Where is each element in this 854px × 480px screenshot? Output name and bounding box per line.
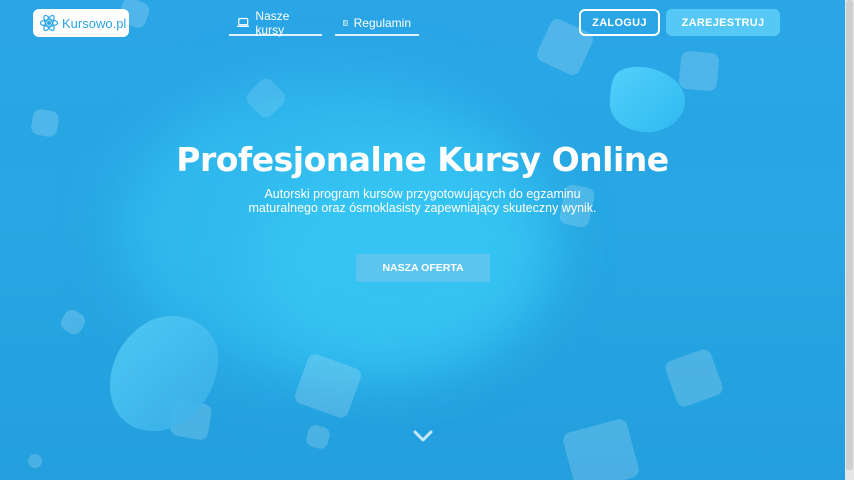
scrollbar[interactable] (845, 0, 854, 480)
nav-item-label: Nasze kursy (255, 8, 290, 37)
decorative-square (561, 417, 641, 480)
page-title: Profesjonalne Kursy Online (176, 140, 669, 179)
hero-subtitle-line: maturalnego oraz ósmoklasisty zapewniają… (248, 201, 597, 215)
login-button[interactable]: ZALOGUJ (579, 9, 660, 36)
scrollbar-thumb[interactable] (846, 0, 853, 470)
nav-item-courses[interactable]: Nasze kursy (229, 9, 322, 37)
decorative-square (304, 423, 332, 451)
register-button[interactable]: ZAREJESTRUJ (666, 9, 780, 36)
document-icon (343, 19, 348, 26)
decorative-square (57, 306, 89, 338)
laptop-icon (237, 17, 250, 28)
decorative-blob (609, 66, 685, 133)
atom-icon (39, 14, 59, 32)
logo[interactable]: Kursowo.pl (33, 9, 129, 37)
decorative-square (29, 107, 61, 139)
decorative-square (25, 451, 45, 471)
chevron-down-icon[interactable] (413, 430, 433, 442)
hero-page: Kursowo.pl Nasze kursy Regulamin ZALOGUJ… (0, 0, 854, 480)
decorative-square (663, 347, 725, 409)
nav-item-terms[interactable]: Regulamin (335, 14, 419, 36)
hero-subtitle-line: Autorski program kursów przygotowujących… (264, 187, 581, 201)
logo-text: Kursowo.pl (62, 15, 127, 31)
decorative-blob (110, 316, 219, 431)
nav-item-label: Regulamin (353, 15, 411, 30)
hero-subtitle: Autorski program kursów przygotowujących… (0, 187, 845, 215)
offer-button[interactable]: NASZA OFERTA (356, 254, 490, 282)
